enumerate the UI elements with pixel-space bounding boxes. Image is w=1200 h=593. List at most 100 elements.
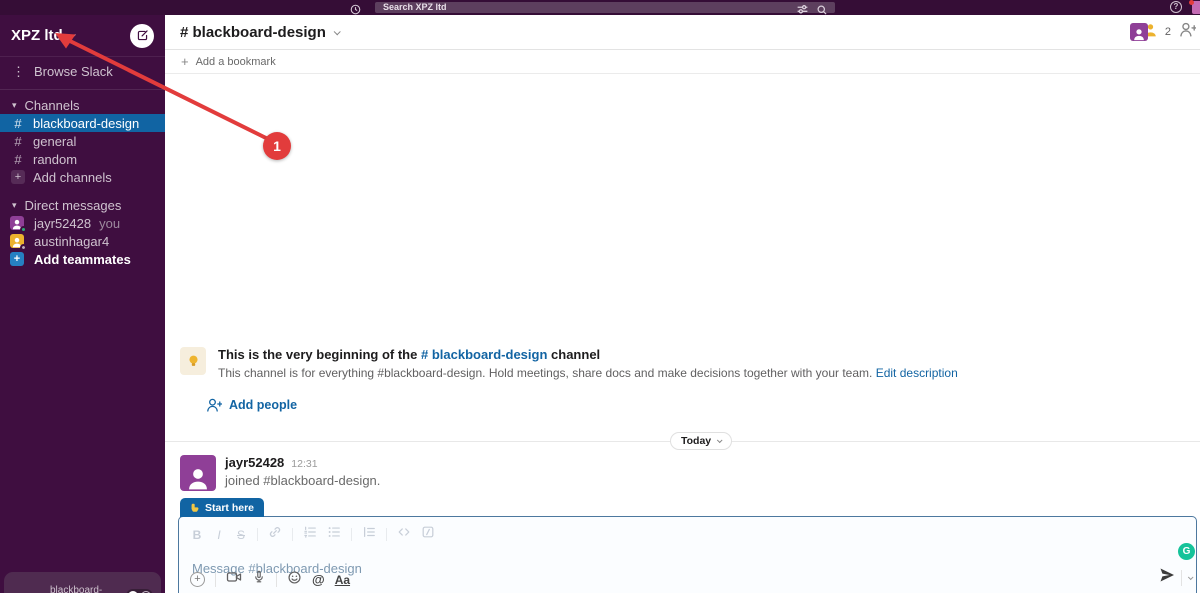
send-icon[interactable] xyxy=(1159,567,1175,588)
sidebar-dm-jayr52428[interactable]: jayr52428 you xyxy=(0,214,165,233)
pointing-hand-icon xyxy=(191,503,199,512)
message-body: joined #blackboard-design. xyxy=(225,473,381,488)
link-icon[interactable] xyxy=(268,525,282,544)
intro-description: This channel is for everything #blackboa… xyxy=(218,366,958,380)
message-composer[interactable]: B I S Message #blackboard-design + @ Aa xyxy=(178,516,1197,593)
search-icon[interactable] xyxy=(816,3,828,21)
message-timestamp[interactable]: 12:31 xyxy=(291,458,317,470)
video-icon[interactable] xyxy=(226,569,242,590)
start-here-tab[interactable]: Start here xyxy=(180,498,265,517)
toolbar-divider xyxy=(1181,569,1182,586)
ordered-list-icon[interactable] xyxy=(303,525,317,544)
channel-intro: This is the very beginning of the # blac… xyxy=(180,347,1170,413)
hash-icon: # xyxy=(14,115,22,131)
notification-dot xyxy=(1189,0,1194,5)
browse-slack-label: Browse Slack xyxy=(34,64,113,79)
toolbar-divider xyxy=(215,572,216,587)
add-people-button[interactable]: Add people xyxy=(206,397,1170,413)
dm-name: jayr52428 xyxy=(34,215,92,231)
huddle-toggle[interactable] xyxy=(126,589,153,593)
dm-you-tag: you xyxy=(99,215,121,231)
intro-description-text: This channel is for everything #blackboa… xyxy=(218,366,873,380)
channel-label: blackboard-design xyxy=(33,115,140,131)
hash-icon: # xyxy=(14,133,22,149)
sidebar-dm-austinhagar4[interactable]: austinhagar4 xyxy=(0,232,165,251)
plus-icon: + xyxy=(10,252,24,266)
huddle-bar: blackboard-design xyxy=(4,572,161,593)
slack-app-window: Search XPZ ltd ? XPZ ltd ⋮ Browse Slack xyxy=(0,0,1200,593)
italic-button[interactable]: I xyxy=(213,528,225,542)
strikethrough-button[interactable]: S xyxy=(235,528,247,542)
message: jayr52428 12:31 joined #blackboard-desig… xyxy=(180,455,380,491)
sidebar-item-random[interactable]: # random xyxy=(0,150,165,168)
workspace-header[interactable]: XPZ ltd xyxy=(0,15,165,57)
intro-title-suffix: channel xyxy=(551,347,601,362)
channels-section-header[interactable]: ▾ Channels xyxy=(0,96,165,114)
plus-icon: + xyxy=(11,170,25,184)
grammarly-icon[interactable]: G xyxy=(1178,543,1195,560)
dm-header-label: Direct messages xyxy=(24,197,122,213)
bullet-list-icon[interactable] xyxy=(327,525,341,544)
add-person-icon xyxy=(207,398,222,412)
lightbulb-icon xyxy=(180,347,206,375)
text-format-toggle[interactable]: Aa xyxy=(335,573,350,587)
dm-name: austinhagar4 xyxy=(34,233,110,249)
plus-icon: + xyxy=(181,54,189,69)
presence-online-icon xyxy=(20,226,27,233)
add-channels-button[interactable]: + Add channels xyxy=(0,168,165,186)
sidebar-item-browse-slack[interactable]: ⋮ Browse Slack xyxy=(0,62,165,81)
help-icon[interactable]: ? xyxy=(1170,1,1182,13)
add-channels-label: Add channels xyxy=(33,169,112,185)
search-placeholder: Search XPZ ltd xyxy=(383,2,447,12)
channel-title[interactable]: # blackboard-design xyxy=(180,24,326,41)
add-teammates-button[interactable]: + Add teammates xyxy=(0,250,165,268)
history-clock-icon[interactable] xyxy=(350,2,361,20)
mention-icon[interactable]: @ xyxy=(312,572,325,587)
toolbar-divider xyxy=(351,528,352,541)
add-person-icon[interactable] xyxy=(1179,21,1198,43)
bold-button[interactable]: B xyxy=(191,528,203,542)
microphone-icon[interactable] xyxy=(252,570,266,589)
emoji-icon[interactable] xyxy=(287,570,302,590)
edit-description-link[interactable]: Edit description xyxy=(876,366,958,380)
workspace-name[interactable]: XPZ ltd xyxy=(11,27,63,44)
sidebar-item-general[interactable]: # general xyxy=(0,132,165,150)
toolbar-divider xyxy=(276,572,277,587)
intro-title: This is the very beginning of the # blac… xyxy=(218,347,958,362)
new-message-button[interactable] xyxy=(130,23,154,48)
sidebar: XPZ ltd ⋮ Browse Slack ▾ Channels # blac… xyxy=(0,15,165,593)
date-divider-pill[interactable]: Today xyxy=(670,432,733,450)
add-bookmark-button[interactable]: + Add a bookmark xyxy=(165,50,1200,74)
sidebar-item-blackboard-design[interactable]: # blackboard-design xyxy=(0,114,165,132)
top-bar: Search XPZ ltd ? xyxy=(0,0,1200,15)
sidebar-divider xyxy=(0,89,165,90)
chevron-down-icon xyxy=(717,437,723,444)
formatting-toolbar: B I S xyxy=(179,517,1196,552)
avatar[interactable] xyxy=(180,455,216,491)
add-people-label: Add people xyxy=(229,398,298,412)
channel-label: random xyxy=(33,151,78,167)
channel-label: general xyxy=(33,133,77,149)
channels-header-label: Channels xyxy=(24,97,80,113)
code-block-icon[interactable] xyxy=(421,525,435,544)
member-avatar[interactable] xyxy=(1129,23,1148,41)
filter-sliders-icon[interactable] xyxy=(796,3,809,21)
code-icon[interactable] xyxy=(397,525,411,544)
caret-down-icon: ▾ xyxy=(12,199,17,210)
search-input[interactable]: Search XPZ ltd xyxy=(375,2,835,15)
add-bookmark-label: Add a bookmark xyxy=(195,55,276,68)
message-username[interactable]: jayr52428 xyxy=(225,455,284,470)
chevron-down-icon xyxy=(333,27,341,35)
direct-messages-section-header[interactable]: ▾ Direct messages xyxy=(0,196,165,214)
attach-plus-icon[interactable]: + xyxy=(190,572,205,587)
add-teammates-label: Add teammates xyxy=(34,251,131,267)
intro-channel-link[interactable]: # blackboard-design xyxy=(421,347,547,362)
date-divider: Today xyxy=(165,432,1200,450)
chevron-down-icon xyxy=(68,31,76,39)
member-count[interactable]: 2 xyxy=(1165,26,1171,38)
blockquote-icon[interactable] xyxy=(362,525,376,544)
composer-actions: + @ Aa xyxy=(190,569,350,590)
dm-avatar xyxy=(10,216,27,233)
send-group xyxy=(1159,567,1194,588)
start-here-label: Start here xyxy=(205,501,255,514)
